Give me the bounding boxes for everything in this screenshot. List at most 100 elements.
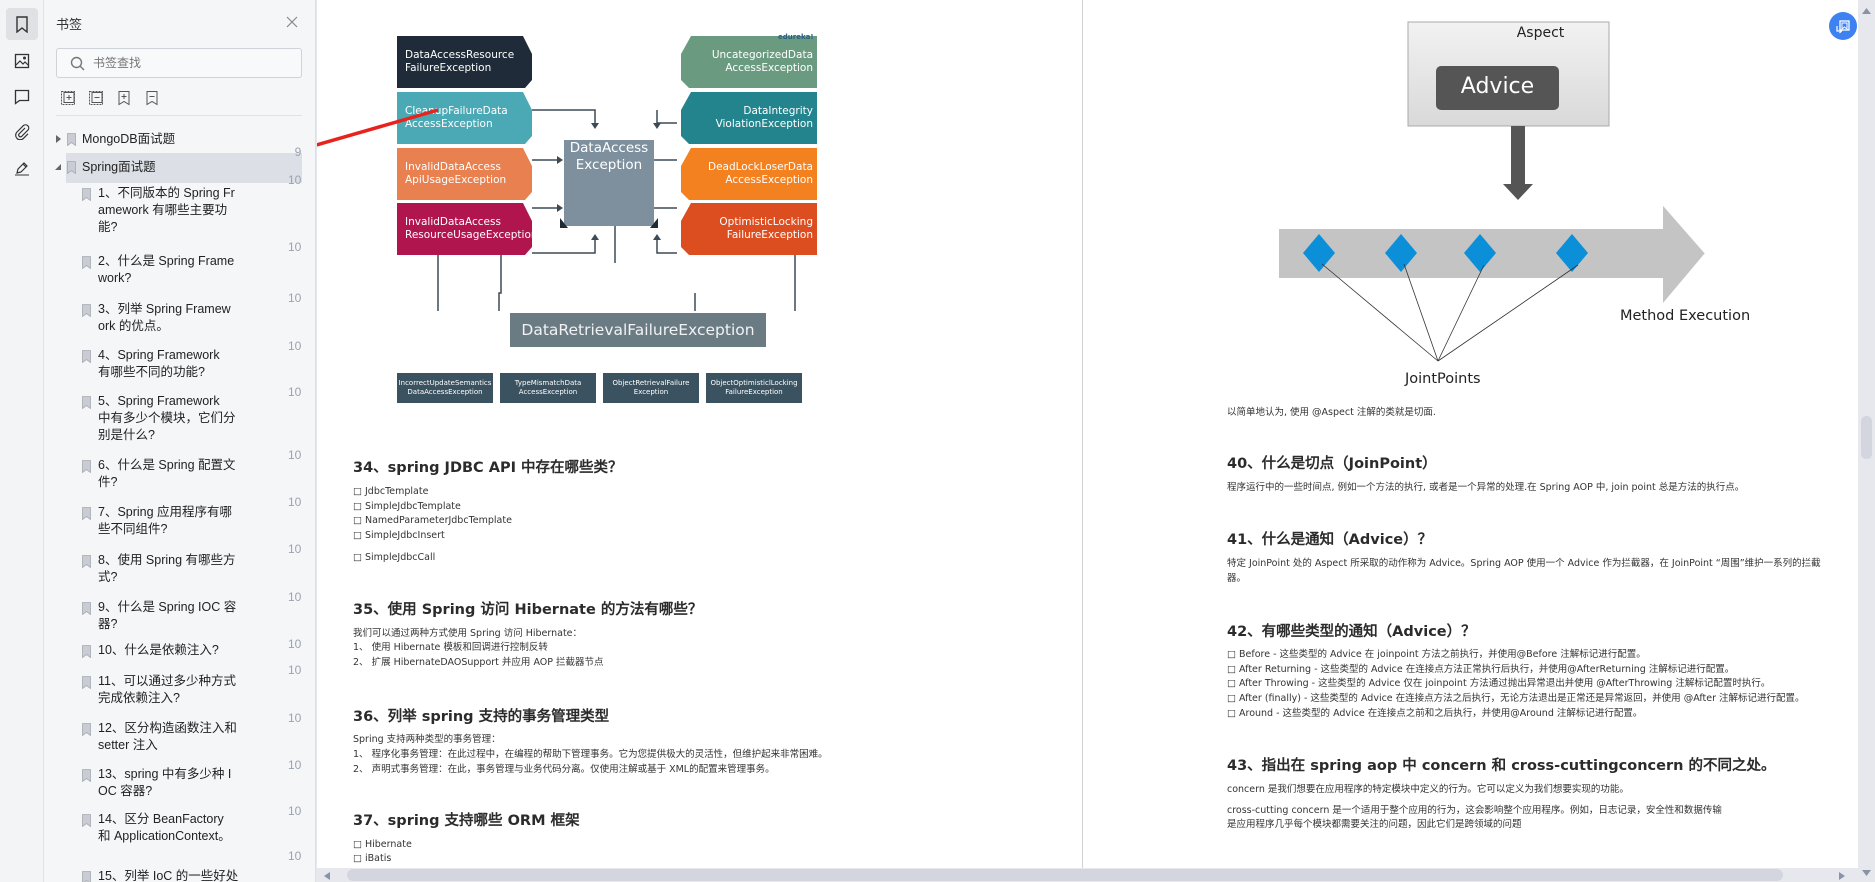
- section-heading: 34、spring JDBC API 中存在哪些类？: [353, 460, 623, 476]
- bookmark-icon: [82, 769, 91, 782]
- delete-bookmark-button[interactable]: [144, 90, 160, 106]
- expand-all-button[interactable]: [60, 90, 76, 106]
- bookmark-item[interactable]: 12、区分构造函数注入和 setter 注入108: [44, 719, 302, 772]
- exception-box-label: DeadLockLoserData AccessException: [708, 161, 813, 186]
- section-text: Spring 支持两种类型的事务管理：: [353, 734, 501, 745]
- horizontal-scroll-thumb[interactable]: [347, 869, 1783, 881]
- bookmark-toolbar: [60, 90, 160, 106]
- attachment-panel-button[interactable]: [6, 116, 38, 148]
- bookmark-icon: [16, 15, 28, 33]
- collapse-all-button[interactable]: [88, 90, 104, 106]
- section-text: 1、 程序化事务管理：在此过程中，在编程的帮助下管理事务。它为您提供极大的灵活性…: [353, 749, 828, 760]
- caret-right-icon[interactable]: [55, 135, 62, 143]
- close-icon[interactable]: [284, 14, 300, 30]
- section-heading: 41、什么是通知（Advice）？: [1227, 532, 1433, 548]
- floating-action-button[interactable]: [1829, 12, 1857, 40]
- bookmark-item[interactable]: 4、Spring Framework 有哪些不同的功能?106: [44, 346, 302, 399]
- bookmark-icon: [82, 723, 91, 736]
- bookmark-item[interactable]: 10、什么是依赖注入?108: [44, 641, 302, 677]
- section-text: 程序运行中的一些时间点, 例如一个方法的执行, 或者是一个异常的处理.在 Spr…: [1227, 482, 1745, 493]
- bookmark-search-input[interactable]: [93, 53, 293, 73]
- bookmark-icon: [82, 507, 91, 520]
- page-divider: [1082, 0, 1083, 868]
- bookmark-item[interactable]: 2、什么是 Spring Frame work?106: [44, 252, 302, 305]
- document-horizontal-scrollbar[interactable]: [317, 868, 1858, 882]
- watermark: edureka!: [778, 33, 814, 41]
- thumbnail-panel-button[interactable]: [6, 45, 38, 77]
- subclass-box-label: TypeMismatchData AccessException: [514, 379, 582, 396]
- bookmark-item[interactable]: 14、区分 BeanFactory 和 ApplicationContext。 1…: [44, 810, 302, 863]
- bookmark-panel-button[interactable]: [6, 8, 38, 40]
- bookmark-item[interactable]: 3、列举 Spring Framew ork 的优点。106: [44, 300, 302, 353]
- section-text: □ NamedParameterJdbcTemplate: [353, 515, 512, 526]
- section-text: 1、 使用 Hibernate 模板和回调进行控制反转: [353, 642, 548, 653]
- aspect-label: Aspect: [1516, 25, 1565, 41]
- signature-icon: [15, 162, 29, 176]
- bookmark-label: 10、什么是依赖注入?: [98, 643, 219, 657]
- attachment-icon: [15, 124, 30, 140]
- section-text: 器。: [1227, 573, 1247, 584]
- bookmark-group[interactable]: MongoDB面试题 97: [44, 130, 302, 159]
- bookmark-label: 4、Spring Framework 有哪些不同的功能?: [98, 348, 220, 379]
- exception-box-label: DataAccessResource FailureException: [405, 49, 515, 74]
- bookmark-icon: [82, 814, 91, 827]
- bookmark-page-number: 97: [294, 145, 302, 159]
- scroll-right-icon[interactable]: [1839, 872, 1845, 880]
- bookmark-item[interactable]: 6、什么是 Spring 配置文 件?107: [44, 456, 302, 509]
- bookmark-item[interactable]: 1、不同版本的 Spring Fr amework 有哪些主要功 能?106: [44, 184, 302, 254]
- section-text: □ After Returning - 这些类型的 Advice 在连接点方法正…: [1227, 664, 1735, 675]
- section-text: 特定 JoinPoint 处的 Aspect 所采取的动作称为 Advice。S…: [1227, 558, 1821, 569]
- section-heading: 37、spring 支持哪些 ORM 框架: [353, 813, 580, 829]
- section-heading: 35、使用 Spring 访问 Hibernate 的方法有哪些？: [353, 602, 703, 618]
- bookmark-icon: [82, 676, 91, 689]
- retrieval-box-label: DataRetrievalFailureException: [521, 321, 755, 339]
- bookmark-label: MongoDB面试题: [82, 132, 176, 146]
- bookmark-icon: [67, 161, 76, 174]
- add-bookmark-button[interactable]: [116, 90, 132, 106]
- advice-label: Advice: [1460, 74, 1535, 99]
- export-bookmark-icon: [1836, 20, 1850, 34]
- section-text: □ Hibernate: [353, 839, 412, 850]
- bookmark-icon: [82, 871, 91, 882]
- bookmark-label: Spring面试题: [82, 160, 156, 174]
- joinpoints-label: JointPoints: [1405, 371, 1481, 387]
- exception-box-label: OptimisticLocking FailureException: [719, 216, 813, 241]
- scroll-left-icon[interactable]: [324, 872, 330, 880]
- bookmark-label: 3、列举 Spring Framew ork 的优点。: [98, 302, 231, 333]
- section-heading: 42、有哪些类型的通知（Advice）？: [1227, 624, 1476, 640]
- exception-box-label: UncategorizedData AccessException: [711, 49, 813, 74]
- bookmark-item[interactable]: 7、Spring 应用程序有哪 些不同组件?107: [44, 503, 302, 556]
- bookmark-item[interactable]: 11、可以通过多少种方式 完成依赖注入?108: [44, 672, 302, 725]
- bookmark-icon: [82, 350, 91, 363]
- image-icon: [14, 53, 30, 69]
- bookmark-item[interactable]: 9、什么是 Spring IOC 容 器?108: [44, 598, 302, 651]
- comment-panel-button[interactable]: [6, 81, 38, 113]
- signature-panel-button[interactable]: [6, 152, 38, 184]
- bookmark-item[interactable]: 15、列举 IoC 的一些好处: [44, 867, 302, 882]
- bookmark-item[interactable]: 8、使用 Spring 有哪些方 式?108: [44, 551, 302, 604]
- bookmark-item[interactable]: 5、Spring Framework 中有多少个模块，它们分 别是什么?107: [44, 392, 302, 462]
- section-text: □ After (finally) - 这些类型的 Advice 在连接点方法之…: [1227, 693, 1805, 704]
- scroll-down-icon[interactable]: [1862, 870, 1871, 876]
- bookmark-label: 2、什么是 Spring Frame work?: [98, 254, 235, 285]
- bookmark-label: 12、区分构造函数注入和 setter 注入: [98, 721, 237, 752]
- section-text: 是应用程序几乎每个模块都需要关注的问题，因此它们是跨领域的问题: [1227, 819, 1522, 830]
- section-text: □ Before - 这些类型的 Advice 在 joinpoint 方法之前…: [1227, 649, 1646, 660]
- bookmark-icon: [82, 304, 91, 317]
- exception-box-label: InvalidDataAccess ResourceUsageException: [405, 216, 538, 241]
- bookmark-item[interactable]: 13、spring 中有多少种 I OC 容器?108: [44, 765, 302, 818]
- bookmark-icon: [82, 645, 91, 658]
- bookmark-group[interactable]: Spring面试题106: [44, 158, 302, 187]
- section-text: □ SimpleJdbcCall: [353, 552, 436, 563]
- document-vertical-scrollbar[interactable]: [1858, 0, 1875, 882]
- panel-title: 书签: [56, 17, 83, 32]
- bookmark-search: [56, 48, 302, 78]
- section-heading: 43、指出在 spring aop 中 concern 和 cross-cutt…: [1227, 758, 1776, 774]
- scroll-up-icon[interactable]: [1862, 8, 1871, 14]
- expand-all-icon: [61, 91, 75, 105]
- section-text: □ After Throwing - 这些类型的 Advice 仅在 joinp…: [1227, 678, 1771, 689]
- vertical-scroll-thumb[interactable]: [1861, 416, 1872, 459]
- caret-down-icon[interactable]: [55, 163, 62, 171]
- bookmark-label: 14、区分 BeanFactory 和 ApplicationContext。: [98, 812, 231, 843]
- section-text: concern 是我们想要在应用程序的特定模块中定义的行为。它可以定义为我们想要…: [1227, 784, 1629, 795]
